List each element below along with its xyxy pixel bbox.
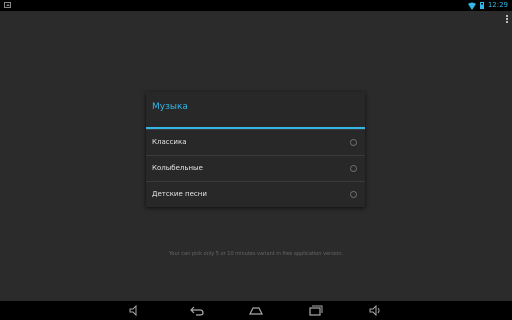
- back-icon[interactable]: [190, 305, 204, 316]
- recent-apps-icon[interactable]: [309, 305, 323, 316]
- option-kids-songs[interactable]: Детские песни: [146, 181, 365, 207]
- option-label: Колыбельные: [152, 164, 203, 172]
- option-label: Детские песни: [152, 190, 207, 198]
- status-icons: 12:29: [467, 1, 508, 10]
- volume-up-icon[interactable]: [369, 305, 381, 316]
- free-version-note: Your can pick only 5 or 10 minutes varia…: [169, 251, 343, 257]
- radio-button[interactable]: [350, 191, 357, 198]
- clock: 12:29: [487, 1, 508, 9]
- navigation-bar: [0, 301, 512, 320]
- option-classic[interactable]: Классика: [146, 129, 365, 155]
- radio-button[interactable]: [350, 139, 357, 146]
- status-bar: 12:29: [0, 0, 512, 11]
- battery-icon: [479, 2, 484, 9]
- gallery-notification-icon: [4, 2, 11, 8]
- wifi-icon: [467, 2, 476, 10]
- option-lullabies[interactable]: Колыбельные: [146, 155, 365, 181]
- option-label: Классика: [152, 138, 187, 146]
- radio-button[interactable]: [350, 165, 357, 172]
- home-icon[interactable]: [249, 305, 263, 316]
- music-dialog: Музыка Классика Колыбельные Детские песн…: [146, 92, 365, 207]
- volume-down-icon[interactable]: [129, 305, 141, 316]
- overflow-menu-icon[interactable]: [505, 15, 509, 24]
- dialog-title: Музыка: [146, 92, 365, 129]
